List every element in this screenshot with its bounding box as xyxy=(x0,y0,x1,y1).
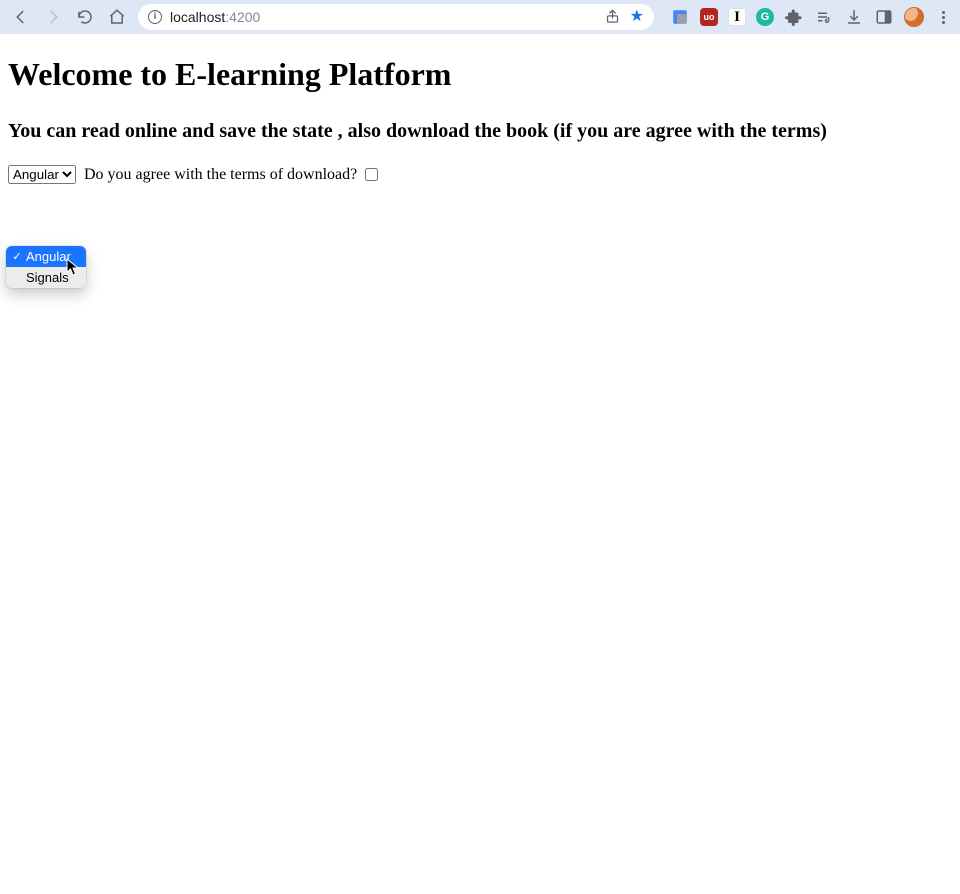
chrome-menu-button[interactable] xyxy=(934,11,952,24)
book-select-popup: ✓ Angular ✓ Signals xyxy=(6,246,86,288)
extensions-puzzle-icon[interactable] xyxy=(784,7,804,27)
extensions-group: uo I G xyxy=(670,7,952,27)
site-info-icon[interactable]: i xyxy=(148,10,162,24)
profile-avatar[interactable] xyxy=(904,7,924,27)
home-button[interactable] xyxy=(108,8,126,26)
url-port: :4200 xyxy=(225,9,260,25)
extension-serif-i-icon[interactable]: I xyxy=(728,8,746,26)
url-host: localhost xyxy=(170,9,225,25)
book-select[interactable]: Angular Signals xyxy=(8,165,76,184)
extension-grammarly-icon[interactable]: G xyxy=(756,8,774,26)
page-subtitle: You can read online and save the state ,… xyxy=(8,117,952,145)
extension-ublock-icon[interactable]: uo xyxy=(700,8,718,26)
share-icon[interactable] xyxy=(605,9,620,26)
option-label: Signals xyxy=(26,270,69,285)
page-content: Welcome to E-learning Platform You can r… xyxy=(0,56,960,184)
option-label: Angular xyxy=(26,249,71,264)
form-row: Angular Signals Do you agree with the te… xyxy=(8,165,952,184)
terms-label: Do you agree with the terms of download? xyxy=(84,166,357,184)
reload-button[interactable] xyxy=(76,8,94,26)
bookmark-star-icon[interactable]: ★ xyxy=(630,9,644,25)
downloads-icon[interactable] xyxy=(844,7,864,27)
side-panel-icon[interactable] xyxy=(874,7,894,27)
terms-checkbox[interactable] xyxy=(365,168,378,181)
book-select-option-signals[interactable]: ✓ Signals xyxy=(6,267,86,288)
nav-button-group xyxy=(12,8,126,26)
address-bar[interactable]: i localhost:4200 ★ xyxy=(138,4,654,30)
page-title: Welcome to E-learning Platform xyxy=(8,56,952,93)
book-select-option-angular[interactable]: ✓ Angular xyxy=(6,246,86,267)
url-text: localhost:4200 xyxy=(170,9,597,25)
media-control-icon[interactable] xyxy=(814,7,834,27)
browser-toolbar: i localhost:4200 ★ uo I G xyxy=(0,0,960,34)
forward-button[interactable] xyxy=(44,8,62,26)
back-button[interactable] xyxy=(12,8,30,26)
check-icon: ✓ xyxy=(12,250,22,263)
extension-translate-icon[interactable] xyxy=(670,7,690,27)
